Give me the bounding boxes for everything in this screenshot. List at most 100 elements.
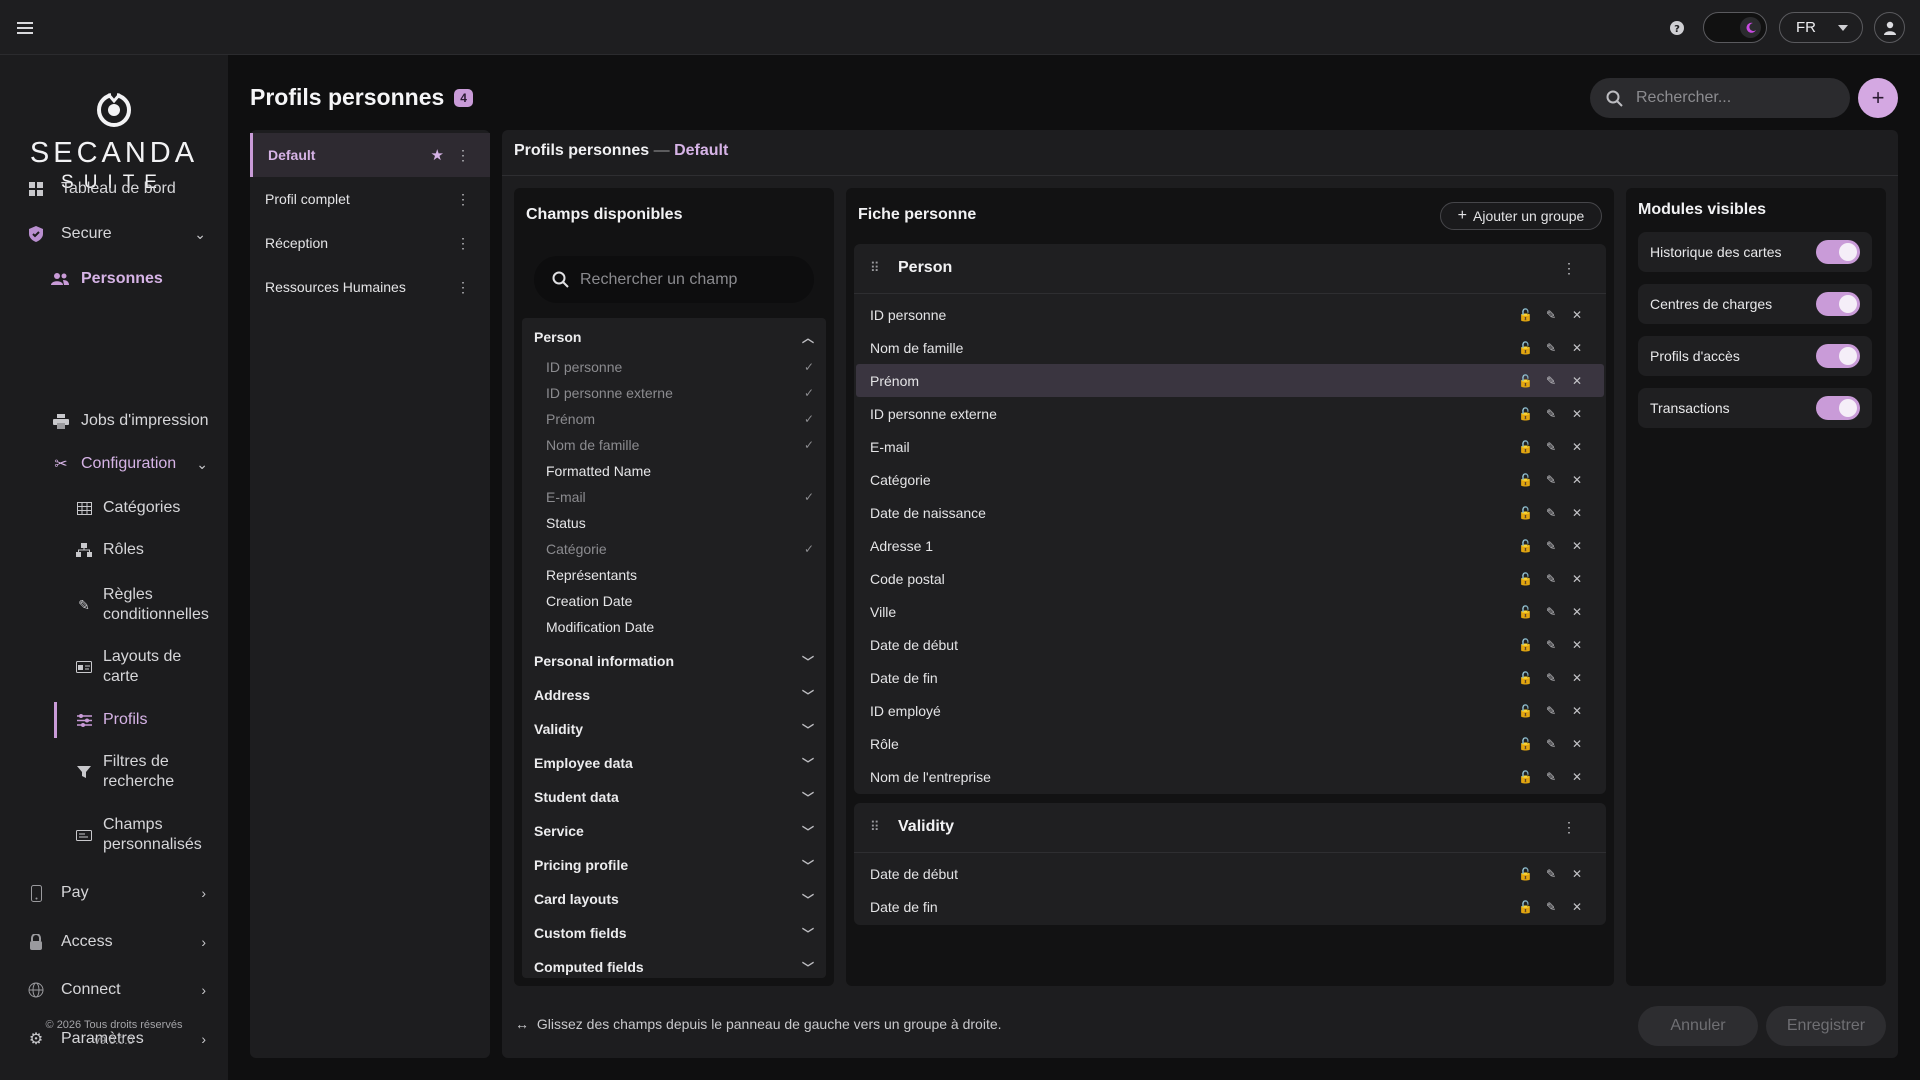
edit-icon[interactable]: ✎ xyxy=(1544,737,1558,751)
sidebar-item-roles[interactable]: Rôles xyxy=(0,536,228,564)
close-icon[interactable]: ✕ xyxy=(1570,473,1584,487)
close-icon[interactable]: ✕ xyxy=(1570,440,1584,454)
unlock-icon[interactable]: 🔓 xyxy=(1518,374,1533,388)
available-field[interactable]: Modification Date xyxy=(546,616,814,638)
search-input[interactable]: Rechercher... xyxy=(1590,78,1850,118)
available-field[interactable]: Formatted Name xyxy=(546,460,814,482)
unlock-icon[interactable]: 🔓 xyxy=(1518,407,1533,421)
field-group[interactable]: Student data ﹀ xyxy=(534,786,814,808)
unlock-icon[interactable]: 🔓 xyxy=(1518,704,1533,718)
module-toggle[interactable] xyxy=(1816,292,1860,316)
close-icon[interactable]: ✕ xyxy=(1570,407,1584,421)
sidebar-item-configuration[interactable]: ✂ Configuration ⌄ xyxy=(0,450,228,478)
close-icon[interactable]: ✕ xyxy=(1570,605,1584,619)
more-options-icon[interactable]: ⋮ xyxy=(456,279,470,296)
sidebar-item-profils[interactable]: Profils xyxy=(0,706,228,734)
sheet-field-row[interactable]: Ville 🔓 ✎ ✕ xyxy=(856,595,1604,628)
unlock-icon[interactable]: 🔓 xyxy=(1518,473,1533,487)
theme-toggle[interactable] xyxy=(1703,12,1767,43)
close-icon[interactable]: ✕ xyxy=(1570,308,1584,322)
edit-icon[interactable]: ✎ xyxy=(1544,867,1558,881)
edit-icon[interactable]: ✎ xyxy=(1544,440,1558,454)
close-icon[interactable]: ✕ xyxy=(1570,704,1584,718)
add-group-button[interactable]: + Ajouter un groupe xyxy=(1440,202,1602,230)
module-toggle[interactable] xyxy=(1816,240,1860,264)
profile-item[interactable]: Profil complet ⋮ xyxy=(250,177,490,221)
sheet-field-row[interactable]: Nom de l'entreprise 🔓 ✎ ✕ xyxy=(856,760,1604,793)
unlock-icon[interactable]: 🔓 xyxy=(1518,671,1533,685)
profile-item[interactable]: Ressources Humaines ⋮ xyxy=(250,265,490,309)
sidebar-item-tableau-de-bord[interactable]: Tableau de bord xyxy=(0,175,228,203)
more-options-icon[interactable]: ⋮ xyxy=(456,191,470,208)
unlock-icon[interactable]: 🔓 xyxy=(1518,867,1533,881)
edit-icon[interactable]: ✎ xyxy=(1544,572,1558,586)
edit-icon[interactable]: ✎ xyxy=(1544,704,1558,718)
hamburger-icon[interactable] xyxy=(14,17,36,39)
unlock-icon[interactable]: 🔓 xyxy=(1518,900,1533,914)
language-select[interactable]: FR xyxy=(1779,12,1863,43)
unlock-icon[interactable]: 🔓 xyxy=(1518,506,1533,520)
available-field[interactable]: E-mail ✓ xyxy=(546,486,814,508)
sheet-field-row[interactable]: Code postal 🔓 ✎ ✕ xyxy=(856,562,1604,595)
unlock-icon[interactable]: 🔓 xyxy=(1518,440,1533,454)
sheet-field-row[interactable]: Prénom 🔓 ✎ ✕ xyxy=(856,364,1604,397)
field-group[interactable]: Card layouts ﹀ xyxy=(534,888,814,910)
field-group[interactable]: Pricing profile ﹀ xyxy=(534,854,814,876)
sheet-field-row[interactable]: Date de fin 🔓 ✎ ✕ xyxy=(856,661,1604,694)
close-icon[interactable]: ✕ xyxy=(1570,341,1584,355)
edit-icon[interactable]: ✎ xyxy=(1544,638,1558,652)
sidebar-item-regles-conditionnelles[interactable]: ✎ Règles conditionnelles xyxy=(0,583,228,627)
close-icon[interactable]: ✕ xyxy=(1570,572,1584,586)
close-icon[interactable]: ✕ xyxy=(1570,900,1584,914)
sheet-field-row[interactable]: ID personne 🔓 ✎ ✕ xyxy=(856,298,1604,331)
edit-icon[interactable]: ✎ xyxy=(1544,900,1558,914)
more-options-icon[interactable]: ⋮ xyxy=(456,147,470,164)
sheet-field-row[interactable]: Adresse 1 🔓 ✎ ✕ xyxy=(856,529,1604,562)
module-toggle[interactable] xyxy=(1816,396,1860,420)
sheet-field-row[interactable]: ID employé 🔓 ✎ ✕ xyxy=(856,694,1604,727)
available-field[interactable]: Prénom ✓ xyxy=(546,408,814,430)
sidebar-item-personnes[interactable]: Personnes xyxy=(0,265,228,293)
sidebar-item-categories[interactable]: Catégories xyxy=(0,494,228,522)
field-group[interactable]: Validity ﹀ xyxy=(534,718,814,740)
unlock-icon[interactable]: 🔓 xyxy=(1518,770,1533,784)
sidebar-item-pay[interactable]: Pay › xyxy=(0,879,228,907)
edit-icon[interactable]: ✎ xyxy=(1544,407,1558,421)
field-group-person[interactable]: Person ︿ xyxy=(534,326,814,348)
available-field[interactable]: ID personne ✓ xyxy=(546,356,814,378)
sidebar-item-access[interactable]: Access › xyxy=(0,928,228,956)
unlock-icon[interactable]: 🔓 xyxy=(1518,539,1533,553)
edit-icon[interactable]: ✎ xyxy=(1544,506,1558,520)
sheet-field-row[interactable]: Date de début 🔓 ✎ ✕ xyxy=(856,857,1604,890)
sidebar-item-secure[interactable]: Secure ⌄ xyxy=(0,220,228,248)
close-icon[interactable]: ✕ xyxy=(1570,867,1584,881)
sidebar-item-layouts-de-carte[interactable]: Layouts de carte xyxy=(0,645,228,689)
close-icon[interactable]: ✕ xyxy=(1570,671,1584,685)
unlock-icon[interactable]: 🔓 xyxy=(1518,737,1533,751)
unlock-icon[interactable]: 🔓 xyxy=(1518,638,1533,652)
module-toggle[interactable] xyxy=(1816,344,1860,368)
field-group[interactable]: Custom fields ﹀ xyxy=(534,922,814,944)
close-icon[interactable]: ✕ xyxy=(1570,374,1584,388)
more-options-icon[interactable]: ⋮ xyxy=(456,235,470,252)
field-search-input[interactable]: Rechercher un champ xyxy=(534,256,814,303)
edit-icon[interactable]: ✎ xyxy=(1544,341,1558,355)
field-group[interactable]: Computed fields ﹀ xyxy=(534,956,814,978)
edit-icon[interactable]: ✎ xyxy=(1544,473,1558,487)
field-group[interactable]: Personal information ﹀ xyxy=(534,650,814,672)
sheet-field-row[interactable]: Date de fin 🔓 ✎ ✕ xyxy=(856,890,1604,923)
unlock-icon[interactable]: 🔓 xyxy=(1518,341,1533,355)
edit-icon[interactable]: ✎ xyxy=(1544,308,1558,322)
edit-icon[interactable]: ✎ xyxy=(1544,770,1558,784)
sidebar-item-jobs-impression[interactable]: Jobs d'impression xyxy=(0,407,228,435)
user-avatar-button[interactable] xyxy=(1874,12,1905,43)
close-icon[interactable]: ✕ xyxy=(1570,737,1584,751)
sheet-field-row[interactable]: Date de début 🔓 ✎ ✕ xyxy=(856,628,1604,661)
available-field[interactable]: Nom de famille ✓ xyxy=(546,434,814,456)
sidebar-item-connect[interactable]: Connect › xyxy=(0,976,228,1004)
sheet-field-row[interactable]: ID personne externe 🔓 ✎ ✕ xyxy=(856,397,1604,430)
field-group[interactable]: Service ﹀ xyxy=(534,820,814,842)
available-field[interactable]: Catégorie ✓ xyxy=(546,538,814,560)
drag-handle-icon[interactable]: ⠿ xyxy=(870,260,880,276)
cancel-button[interactable]: Annuler xyxy=(1638,1006,1758,1046)
